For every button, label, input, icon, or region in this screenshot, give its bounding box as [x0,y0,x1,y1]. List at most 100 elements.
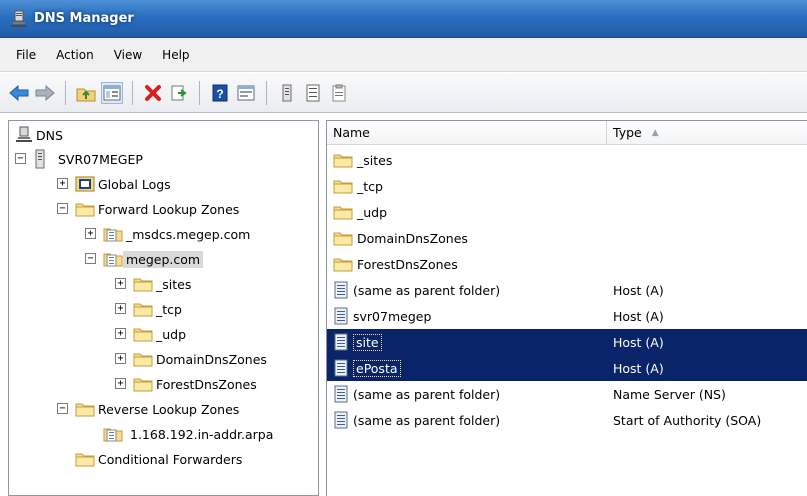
toolbar-separator [132,80,133,105]
back-arrow-icon [9,84,29,101]
properties-icon [237,85,255,100]
record-name: ForestDnsZones [357,256,458,272]
forward-button[interactable] [34,82,56,104]
menu-bar: File Action View Help [0,38,807,72]
folder-icon [133,326,153,342]
folder-icon [333,256,353,272]
expand-domaindnszones-toggle[interactable]: + [115,353,126,364]
dns-icon [16,126,32,142]
column-header-name[interactable]: Name [327,121,607,145]
server-button[interactable] [276,82,298,104]
menu-action[interactable]: Action [46,44,104,66]
tree-node-sites[interactable]: _sites [133,273,194,295]
tree-node-udp[interactable]: _udp [133,323,189,345]
list-item-record[interactable]: (same as parent folder) Name Server (NS) [327,381,807,407]
folder-icon [133,376,153,392]
expand-udp-toggle[interactable]: + [115,328,126,339]
show-hide-tree-icon [103,85,121,100]
record-name: _tcp [357,178,383,194]
delete-button[interactable] [142,82,164,104]
name-cell: _tcp [333,178,383,194]
tree-node-conditional-forwarders[interactable]: Conditional Forwarders [75,448,245,470]
help-button[interactable]: ? [209,82,231,104]
list-item-folder[interactable]: _udp [327,199,807,225]
tree-node-forestdnszones[interactable]: ForestDnsZones [133,373,260,395]
tree-node-tcp[interactable]: _tcp [133,298,185,320]
record-type: Name Server (NS) [613,386,726,402]
tree-label-reverse-zones: Reverse Lookup Zones [98,401,240,417]
dns-app-icon [11,10,27,27]
column-header-name-label: Name [333,125,370,140]
tree-node-global-logs[interactable]: Global Logs [75,173,174,195]
tree-node-forward-lookup-zones[interactable]: Forward Lookup Zones [75,198,242,220]
dns-record-icon [333,385,349,403]
list-item-folder[interactable]: _tcp [327,173,807,199]
menu-view[interactable]: View [104,44,152,66]
zone-icon [103,226,123,242]
tree-label-tcp: _tcp [156,301,182,317]
list-button[interactable] [302,82,324,104]
menu-help[interactable]: Help [152,44,199,66]
record-type: Host (A) [613,308,664,324]
list-item-record[interactable]: (same as parent folder) Start of Authorit… [327,407,807,433]
expand-forestdnszones-toggle[interactable]: + [115,378,126,389]
tree-node-server[interactable]: SVR07MEGEP [33,148,146,170]
record-type: Host (A) [613,360,664,376]
name-cell: ePosta [333,359,401,377]
properties-button[interactable] [235,82,257,104]
delete-icon [145,84,161,101]
name-cell: site [333,333,382,351]
dns-record-icon [333,307,349,325]
name-cell: ForestDnsZones [333,256,458,272]
zone-icon [103,251,123,267]
list-item-folder[interactable]: _sites [327,147,807,173]
tree-node-reverse-lookup-zones[interactable]: Reverse Lookup Zones [75,398,242,420]
record-type: Host (A) [613,334,664,350]
up-folder-icon [76,88,96,101]
collapse-reverse-zones-toggle[interactable]: − [57,403,68,414]
name-cell: svr07megep [333,307,431,325]
expand-tcp-toggle[interactable]: + [115,303,126,314]
toolbar-separator [199,80,200,105]
collapse-server-toggle[interactable]: − [15,153,26,164]
dns-record-icon [333,411,349,429]
tree-node-megep-zone[interactable]: megep.com [103,248,204,270]
tree-node-dns[interactable]: DNS [15,124,66,146]
results-pane: Name Type ▲ _sites _tcp _udp DomainDnsZones… [326,120,807,496]
collapse-megep-toggle[interactable]: − [85,253,96,264]
toolbar: ? [0,73,807,113]
export-list-button[interactable] [168,82,190,104]
list-item-record[interactable]: (same as parent folder) Host (A) [327,277,807,303]
tree-label-forestdnszones: ForestDnsZones [156,376,257,392]
menu-file[interactable]: File [6,44,46,66]
up-one-level-button[interactable] [75,82,97,104]
tree-label-server: SVR07MEGEP [58,151,143,167]
tree-node-msdcs-zone[interactable]: _msdcs.megep.com [103,223,253,245]
sort-ascending-icon: ▲ [651,127,659,138]
column-header-type[interactable]: Type ▲ [607,121,807,145]
console-tree: DNS − SVR07MEGEP + Global Logs − Forward… [8,120,319,496]
expand-global-logs-toggle[interactable]: + [57,178,68,189]
folder-icon [133,301,153,317]
show-hide-tree-button[interactable] [101,81,123,104]
folder-icon [333,230,353,246]
list-item-record[interactable]: site Host (A) [327,329,807,355]
collapse-forward-zones-toggle[interactable]: − [57,203,68,214]
notes-button[interactable] [328,82,350,104]
export-list-icon [171,85,187,100]
list-item-folder[interactable]: DomainDnsZones [327,225,807,251]
list-item-record[interactable]: svr07megep Host (A) [327,303,807,329]
tree-node-reverse-zone[interactable]: 1.168.192.in-addr.arpa [103,423,276,445]
expand-sites-toggle[interactable]: + [115,278,126,289]
expand-msdcs-toggle[interactable]: + [85,228,96,239]
tree-label-forward-zones: Forward Lookup Zones [98,201,240,217]
list-item-folder[interactable]: ForestDnsZones [327,251,807,277]
list-item-record[interactable]: ePosta Host (A) [327,355,807,381]
notes-icon [332,84,346,101]
back-button[interactable] [8,82,30,104]
folder-icon [333,204,353,220]
window-title: DNS Manager [34,11,134,26]
tree-node-domaindnszones[interactable]: DomainDnsZones [133,348,270,370]
name-cell: (same as parent folder) [333,385,500,403]
record-name: site [353,333,382,351]
